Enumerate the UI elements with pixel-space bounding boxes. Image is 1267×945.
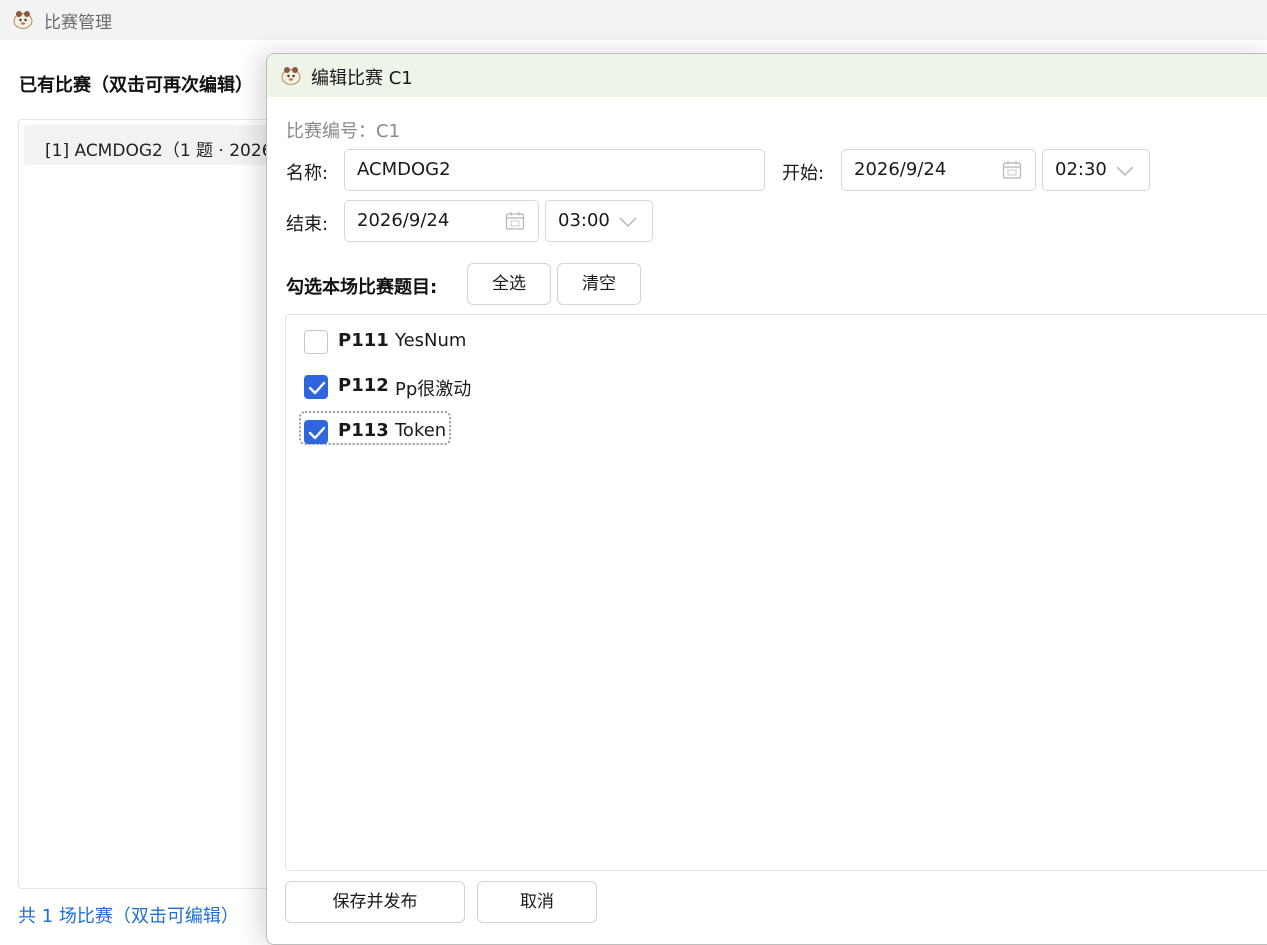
calendar-icon[interactable] — [1002, 160, 1022, 180]
problem-title: YesNum — [395, 330, 467, 351]
problem-code: P111 — [338, 330, 389, 351]
contest-id-label: 比赛编号：C1 — [286, 121, 401, 142]
start-time-select[interactable]: 02:30 — [1042, 149, 1150, 191]
problem-checkbox[interactable] — [304, 330, 328, 354]
start-time-value: 02:30 — [1055, 159, 1107, 180]
chevron-down-icon — [1116, 166, 1134, 177]
chevron-down-icon — [619, 217, 637, 228]
problem-title: Token — [395, 420, 447, 441]
edit-contest-dialog: 编辑比赛 C1 比赛编号：C1 名称: ACMDOG2 开始: 2026/9/2… — [266, 53, 1267, 945]
contest-count-status: 共 1 场比赛（双击可编辑） — [18, 906, 239, 927]
contest-list[interactable]: [1] ACMDOG2（1 题 · 2026 — [18, 119, 280, 889]
problem-checkbox[interactable] — [304, 375, 328, 399]
end-date-value: 2026/9/24 — [357, 210, 450, 231]
name-label: 名称: — [286, 163, 329, 184]
problem-title: Pp很激动 — [395, 379, 472, 400]
name-input[interactable]: ACMDOG2 — [344, 149, 765, 191]
cancel-button[interactable]: 取消 — [477, 881, 597, 923]
app-logo-icon — [13, 11, 33, 29]
problem-checkbox[interactable] — [304, 420, 328, 444]
checkmark-icon — [308, 381, 326, 395]
problems-section-label: 勾选本场比赛题目: — [286, 277, 438, 298]
problem-list: P111 YesNum P112 Pp很激动 P113 Token — [285, 314, 1267, 871]
app-logo-icon — [281, 67, 301, 85]
main-titlebar: 比赛管理 — [0, 0, 1267, 40]
checkmark-icon — [308, 426, 326, 440]
problem-code: P112 — [338, 375, 389, 396]
end-label: 结束: — [286, 214, 329, 235]
dialog-titlebar: 编辑比赛 C1 — [267, 54, 1267, 97]
problem-code: P113 — [338, 420, 389, 441]
main-window-title: 比赛管理 — [44, 13, 112, 33]
end-date-picker[interactable]: 2026/9/24 — [344, 200, 539, 242]
clear-button[interactable]: 清空 — [557, 263, 641, 305]
end-time-value: 03:00 — [558, 210, 610, 231]
contest-list-item[interactable]: [1] ACMDOG2（1 题 · 2026 — [24, 125, 279, 165]
end-time-select[interactable]: 03:00 — [545, 200, 653, 242]
start-date-picker[interactable]: 2026/9/24 — [841, 149, 1036, 191]
select-all-button[interactable]: 全选 — [467, 263, 551, 305]
start-label: 开始: — [782, 163, 825, 184]
dialog-title: 编辑比赛 C1 — [311, 68, 413, 89]
calendar-icon[interactable] — [505, 211, 525, 231]
contest-list-heading: 已有比赛（双击可再次编辑） — [19, 75, 253, 96]
save-publish-button[interactable]: 保存并发布 — [285, 881, 465, 923]
start-date-value: 2026/9/24 — [854, 159, 947, 180]
contest-list-item-label: [1] ACMDOG2（1 题 · 2026 — [45, 141, 273, 161]
